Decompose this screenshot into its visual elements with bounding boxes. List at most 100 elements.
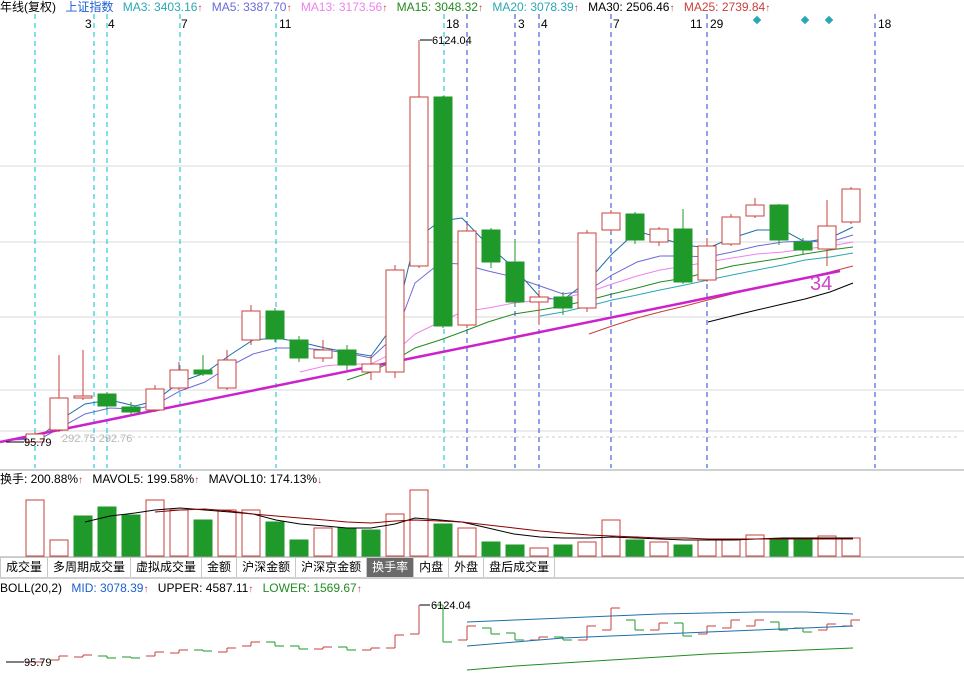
volume-bar[interactable]	[697, 539, 717, 557]
candle[interactable]	[313, 349, 333, 359]
volume-bar[interactable]	[241, 509, 261, 557]
volume-bar[interactable]	[265, 521, 285, 557]
candle[interactable]	[145, 388, 165, 411]
volume-bar[interactable]	[649, 541, 669, 557]
indicator-tab-bar: 成交量 多周期成交量 虚拟成交量 金额 沪深金额 沪深京金额 换手率 内盘 外盘…	[0, 557, 556, 577]
ma-label: MA20: 3078.39	[492, 0, 574, 14]
volume-bar[interactable]	[673, 544, 693, 557]
candle[interactable]	[481, 229, 501, 263]
tab-turnover-rate[interactable]: 换手率	[366, 557, 415, 577]
tab-sh-sz-bj-amount[interactable]: 沪深京金额	[295, 557, 368, 577]
volume-bar[interactable]	[721, 539, 741, 557]
volume-bar[interactable]	[577, 541, 597, 557]
volume-bar[interactable]	[601, 519, 621, 557]
volume-bar[interactable]	[457, 527, 477, 557]
candle[interactable]	[337, 349, 357, 366]
candle[interactable]	[49, 397, 69, 431]
volume-bar[interactable]	[73, 515, 93, 557]
candle[interactable]	[265, 310, 285, 340]
candle[interactable]	[745, 204, 765, 217]
candle[interactable]	[817, 225, 837, 250]
candle[interactable]	[649, 228, 669, 243]
volume-bar[interactable]	[481, 541, 501, 557]
candle[interactable]	[385, 269, 405, 373]
marker-label: 11	[279, 17, 292, 31]
candle[interactable]	[697, 245, 717, 281]
volume-bar[interactable]	[97, 506, 117, 557]
ma-label: MA5: 3387.70	[212, 0, 287, 14]
volume-bar[interactable]	[625, 539, 645, 557]
ma-label: MA30: 2506.46	[588, 0, 670, 14]
candle[interactable]	[433, 96, 453, 327]
volume-bar[interactable]	[145, 499, 165, 557]
candle[interactable]	[193, 369, 213, 375]
volume-bar[interactable]	[841, 537, 861, 557]
volume-bar[interactable]	[745, 534, 765, 557]
candle[interactable]	[289, 339, 309, 359]
index-name: 上证指数	[65, 0, 113, 14]
candle[interactable]	[577, 232, 597, 309]
candle[interactable]	[529, 296, 549, 303]
volume-bar[interactable]	[337, 527, 357, 557]
tab-outer-volume[interactable]: 外盘	[448, 557, 485, 577]
volume-bar[interactable]	[25, 499, 45, 557]
candle[interactable]	[553, 296, 573, 309]
volume-bar[interactable]	[289, 539, 309, 557]
candle[interactable]	[841, 188, 861, 223]
candle[interactable]	[769, 204, 789, 241]
candle[interactable]	[457, 230, 477, 326]
candle[interactable]	[721, 216, 741, 245]
candle[interactable]	[73, 395, 93, 399]
volume-bar[interactable]	[169, 509, 189, 557]
candle[interactable]	[505, 261, 525, 303]
volume-bar[interactable]	[409, 489, 429, 557]
marker-label: 3	[518, 17, 525, 31]
volume-bar[interactable]	[49, 539, 69, 557]
candle[interactable]	[409, 96, 429, 267]
volume-bar[interactable]	[769, 539, 789, 557]
volume-bar[interactable]	[361, 529, 381, 557]
boll-low-label: 95.79	[24, 657, 52, 669]
tab-inner-volume[interactable]: 内盘	[413, 557, 450, 577]
ma-label: MA15: 3048.32	[397, 0, 479, 14]
signal-diamond-icon	[752, 15, 762, 25]
trendline[interactable]	[0, 269, 841, 444]
volume-bar[interactable]	[217, 509, 237, 557]
tab-amount[interactable]: 金额	[201, 557, 238, 577]
candle[interactable]	[169, 369, 189, 389]
main-header: 年线(复权) 上证指数 MA3: 3403.16↑ MA5: 3387.70↑ …	[0, 0, 770, 14]
turnover-label: 换手: 200.88%	[0, 472, 78, 486]
kline-chart-window: 3 4 7 11 18 3 4 7 11 29 18 年线(复权) 上证指数 M…	[0, 0, 964, 673]
volume-bar[interactable]	[121, 514, 141, 557]
candle[interactable]	[601, 212, 621, 231]
tab-multi-period-volume[interactable]: 多周期成交量	[47, 557, 132, 577]
trendline-label: 34	[810, 273, 832, 295]
volume-bar[interactable]	[529, 547, 549, 557]
tab-volume[interactable]: 成交量	[0, 557, 49, 577]
boll-lower: LOWER: 1569.67	[263, 581, 357, 595]
candle[interactable]	[361, 363, 381, 373]
candle[interactable]	[625, 213, 645, 241]
volume-bar[interactable]	[505, 544, 525, 557]
candle[interactable]	[241, 310, 261, 341]
tab-after-hours-volume[interactable]: 盘后成交量	[483, 557, 556, 577]
mavol5-label: MAVOL5: 199.58%	[92, 472, 194, 486]
high-price-label: 6124.04	[432, 35, 472, 47]
candle[interactable]	[217, 359, 237, 389]
marker-label: 11	[690, 17, 703, 31]
low-price-label: 95.79	[24, 437, 52, 449]
candle[interactable]	[673, 228, 693, 283]
tab-virtual-volume[interactable]: 虚拟成交量	[130, 557, 203, 577]
volume-bar[interactable]	[313, 527, 333, 557]
tab-shanghai-shenzhen-amount[interactable]: 沪深金额	[236, 557, 297, 577]
marker-label: 7	[181, 17, 188, 31]
volume-bar[interactable]	[433, 523, 453, 557]
candle[interactable]	[121, 406, 141, 413]
boll-header: BOLL(20,2) MID: 3078.39↑ UPPER: 4587.11↑…	[0, 581, 362, 595]
candle[interactable]	[97, 393, 117, 407]
volume-bar[interactable]	[553, 544, 573, 557]
volume-bar[interactable]	[793, 539, 813, 557]
candle[interactable]	[793, 241, 813, 251]
volume-bar[interactable]	[193, 519, 213, 557]
marker-label: 4	[541, 17, 548, 31]
